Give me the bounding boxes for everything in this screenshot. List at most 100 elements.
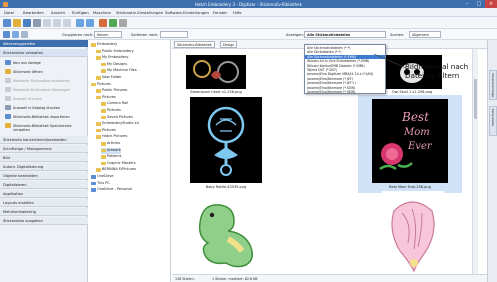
section-auto-digitize[interactable]: Autom. Digitalisierung [0, 163, 88, 171]
import-library[interactable]: Stickmotiv-Bibliothek importieren [4, 113, 84, 120]
dropdown-option[interactable]: Janome/Elna/Kenmore (*.SEW) [307, 90, 355, 94]
tree-node[interactable]: My Designs [101, 62, 127, 68]
thumbnail-seashell[interactable] [382, 191, 444, 275]
tree-node[interactable]: OneDrive [91, 174, 113, 180]
tree-node[interactable]: Pictures [96, 128, 116, 134]
section-convert[interactable]: Stickmotiv konvertieren/bearbeiten [0, 136, 88, 144]
thumbnail-best-mom[interactable]: Best Mom Ever [372, 99, 448, 183]
tree-node-label: Pictures [102, 127, 116, 132]
tree-node[interactable]: Public Pictures [96, 88, 127, 94]
menu-bearbeiten[interactable]: Bearbeiten [23, 10, 44, 15]
new-from-template[interactable]: Neu aus Vorlage [4, 59, 84, 66]
scroll-thumb[interactable] [474, 79, 477, 119]
folder-icon [91, 175, 96, 179]
tab-color-palette[interactable]: Farbpalette [489, 106, 497, 136]
selected-tile[interactable]: Best Mom Ever Best Mom Ever.256.png [358, 95, 462, 193]
manage-library-locations[interactable]: Stickmotiv-Bibliothek Speicherorte verwa… [4, 122, 84, 132]
tree-node[interactable]: My Embroidery [96, 55, 128, 61]
tree-node[interactable]: BERNINA E/Pictures [96, 167, 136, 173]
thumbnail-baby-rattle[interactable] [190, 97, 262, 183]
section-lettering[interactable]: Schriftzüge / Monogramme [0, 145, 88, 153]
close-button[interactable]: × [485, 0, 497, 8]
print-icon[interactable] [33, 19, 41, 27]
library-icon[interactable] [3, 30, 10, 38]
tree-node[interactable]: Pictures [96, 95, 116, 101]
section-applique[interactable]: Applikation [0, 190, 88, 198]
thumbnail-steampunk-heart[interactable] [186, 55, 246, 89]
vertical-scrollbar[interactable] [472, 49, 478, 274]
menu-fenster[interactable]: Fenster [213, 10, 227, 15]
redo-icon[interactable] [86, 19, 94, 27]
artwork-icon[interactable] [109, 19, 117, 27]
group-by-select[interactable]: Keinen [94, 31, 122, 38]
grid-icon[interactable] [119, 19, 127, 27]
tree-node[interactable]: Camera Roll [101, 101, 128, 107]
tree-node[interactable]: Saved Pictures [101, 115, 133, 121]
open-design[interactable]: Stickmotiv öffnen [4, 68, 84, 75]
edit-selected-designs[interactable]: Markierte Stickmotive bearbeiten [4, 77, 84, 84]
tree-node[interactable]: OneDrive - Personal [91, 187, 132, 193]
view-icon[interactable] [12, 30, 19, 38]
maximize-button[interactable]: □ [473, 0, 485, 8]
minimize-button[interactable]: – [461, 0, 473, 8]
folder-tree: Embroidery Public Embroidery My Embroidery… [89, 40, 171, 282]
menu-datei[interactable]: Datei [4, 10, 14, 15]
tree-node[interactable]: EmbroideryStudio e4 [96, 121, 139, 127]
menu-hilfe[interactable]: Hilfe [233, 10, 242, 15]
section-layouts[interactable]: Layouts erstellen [0, 199, 88, 207]
section-manage-designs[interactable]: Stickmotive verwalten [0, 49, 88, 57]
menu-maschine[interactable]: Maschine [93, 10, 111, 15]
tree-node[interactable]: Embroidery [91, 42, 117, 48]
undo-icon[interactable] [76, 19, 84, 27]
copy-icon[interactable] [53, 19, 61, 27]
menu-ansicht[interactable]: Ansicht [51, 10, 65, 15]
tree-node[interactable]: Graphic Masters [101, 161, 136, 167]
tree-node[interactable]: My Machine Files [101, 68, 137, 74]
section-image[interactable]: Bild [0, 154, 88, 162]
search-scope-select[interactable]: Allgemein [409, 31, 441, 38]
tree-node-label: EmbroideryStudio e4 [102, 121, 139, 126]
cut-icon[interactable] [43, 19, 51, 27]
svg-text:Best: Best [401, 110, 429, 124]
tree-node[interactable]: This PC [91, 181, 110, 187]
tree-node[interactable]: Pictures [91, 82, 111, 88]
folder-icon [101, 148, 106, 153]
import-icon [5, 114, 11, 119]
tree-node[interactable]: Patterns [101, 154, 121, 160]
tree-node[interactable]: Hatch Pictures [96, 134, 127, 140]
open-icon[interactable] [13, 19, 21, 27]
sort-by-select[interactable] [160, 31, 188, 38]
tool-palette-header: Werkzeugpalette [0, 40, 88, 47]
rose-icon: Best Mom Ever [379, 110, 433, 171]
caption-best-mom: Best Mom Ever.256.png [389, 185, 431, 189]
paste-icon[interactable] [63, 19, 71, 27]
print-selection[interactable]: Auswahl drucken [4, 95, 84, 102]
menu-stickmotiv-einstellungen[interactable]: Stickmotiv-Einstellungen [116, 10, 163, 15]
tree-node-label: Pictures [107, 108, 121, 112]
new-icon[interactable] [3, 19, 11, 27]
menu-einfuegen[interactable]: Einfügen [72, 10, 89, 15]
save-icon[interactable] [23, 19, 31, 27]
tree-node[interactable]: Public Embroidery [96, 49, 134, 55]
tree-node[interactable]: Pictures [101, 108, 121, 114]
embroidery-icon[interactable] [99, 19, 107, 27]
folder-icon [101, 102, 106, 106]
details-icon[interactable] [21, 30, 28, 38]
print-catalog[interactable]: Auswahl in Katalog drucken [4, 104, 84, 111]
section-digitize[interactable]: Digitalisieren [0, 181, 88, 189]
thumbnail-dinosaur[interactable] [190, 193, 264, 275]
tree-node[interactable]: Artwork [101, 147, 121, 154]
transfer-selected-designs[interactable]: Markierte Stickmotive übertragen [4, 86, 84, 93]
menu-software-einstellungen[interactable]: Software-Einstellungen [165, 10, 209, 15]
seashell-icon [391, 201, 435, 273]
section-multi-hoop[interactable]: Mehrfachhaltering [0, 208, 88, 216]
tree-node[interactable]: Articles [101, 141, 120, 147]
tree-node[interactable]: New Folder [96, 75, 122, 81]
tab-stitch-order[interactable]: Stickreihenfolge [489, 70, 497, 100]
tree-node-label: Saved Pictures [107, 114, 133, 119]
section-edit-objects[interactable]: Objekte bearbeiten [0, 172, 88, 180]
tab-design[interactable]: Design [220, 41, 238, 48]
section-output[interactable]: Stickmotive ausgeben [0, 217, 88, 225]
show-filter-select[interactable]: Alle Stickmotivdateien [304, 31, 386, 38]
tab-library[interactable]: Stickmotiv-Bibliothek [174, 41, 215, 48]
